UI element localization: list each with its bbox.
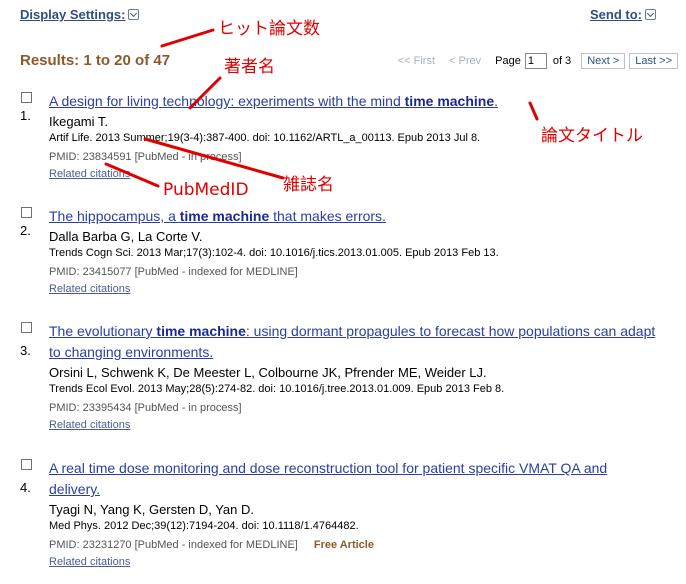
send-to-label: Send to: — [590, 7, 642, 22]
result-journal: Trends Ecol Evol. 2013 May;28(5):274-82.… — [49, 383, 505, 395]
related-citations-link[interactable]: Related citations — [49, 282, 659, 297]
first-page-link: << First — [397, 55, 436, 67]
last-page-button[interactable]: Last >> — [629, 53, 678, 69]
hit-count-pointer — [160, 28, 215, 48]
send-to-link[interactable]: Send to: — [590, 7, 656, 22]
result-checkbox[interactable] — [21, 207, 32, 218]
result-authors: Tyagi N, Yang K, Gersten D, Yan D. — [49, 502, 254, 517]
result-title-link[interactable]: A design for living technology: experime… — [49, 91, 659, 112]
result-number: 1. — [20, 108, 31, 123]
result-authors: Orsini L, Schwenk K, De Meester L, Colbo… — [49, 365, 487, 380]
result-pmid: PMID: 23395434 [PubMed - in process] — [49, 402, 242, 414]
next-page-button[interactable]: Next > — [581, 53, 626, 69]
result-title-link[interactable]: A real time dose monitoring and dose rec… — [49, 458, 659, 500]
result-journal: Artif Life. 2013 Summer;19(3-4):387-400.… — [49, 132, 481, 144]
prev-page-link: < Prev — [449, 55, 482, 67]
related-citations-link[interactable]: Related citations — [49, 555, 659, 570]
page-number-input[interactable] — [524, 53, 547, 69]
result-number: 4. — [20, 480, 31, 495]
result-title-link[interactable]: The evolutionary time machine: using dor… — [49, 321, 659, 363]
display-settings-label: Display Settings: — [20, 7, 126, 22]
result-title-link[interactable]: The hippocampus, a time machine that mak… — [49, 206, 659, 227]
page-total: of 3 — [552, 55, 572, 67]
result-journal: Trends Cogn Sci. 2013 Mar;17(3):102-4. d… — [49, 247, 499, 259]
display-settings-link[interactable]: Display Settings: — [20, 7, 140, 22]
free-article-badge: Free Article — [313, 539, 374, 551]
related-citations-link[interactable]: Related citations — [49, 418, 659, 433]
results-count: Results: 1 to 20 of 47 — [20, 52, 171, 69]
results-bar: Results: 1 to 20 of 47 << First < Prev P… — [20, 50, 680, 74]
result-pmid: PMID: 23231270 [PubMed - indexed for MED… — [49, 539, 374, 551]
result-pmid: PMID: 23834591 [PubMed - in process] — [49, 151, 242, 163]
result-journal: Med Phys. 2012 Dec;39(12):7194-204. doi:… — [49, 520, 359, 532]
pager: << First < Prev Page of 3 Next > Last >> — [398, 53, 678, 69]
result-number: 3. — [20, 343, 31, 358]
result-checkbox[interactable] — [21, 459, 32, 470]
page-label: Page — [495, 55, 521, 67]
result-authors: Dalla Barba G, La Corte V. — [49, 229, 203, 244]
chevron-down-icon[interactable] — [128, 9, 140, 20]
related-citations-link[interactable]: Related citations — [49, 167, 659, 182]
result-pmid: PMID: 23415077 [PubMed - indexed for MED… — [49, 266, 298, 278]
result-authors: Ikegami T. — [49, 114, 109, 129]
top-bar: Display Settings: Send to: — [20, 7, 656, 27]
result-number: 2. — [20, 223, 31, 238]
result-checkbox[interactable] — [21, 322, 32, 333]
pubmed-id-annotation: PubMedID — [163, 180, 249, 200]
chevron-down-icon[interactable] — [645, 9, 656, 20]
result-checkbox[interactable] — [21, 92, 32, 103]
